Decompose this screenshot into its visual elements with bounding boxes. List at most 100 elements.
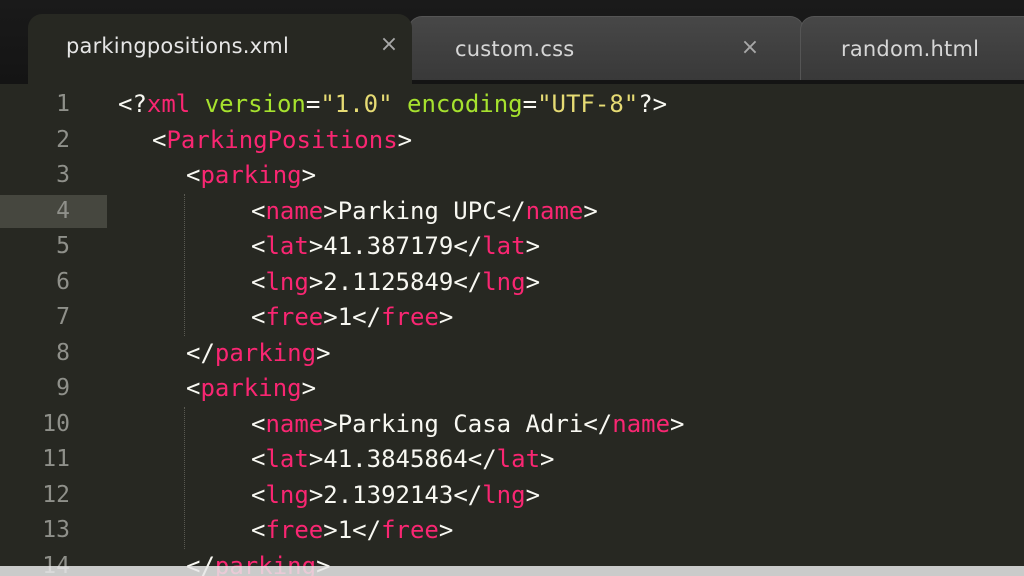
tab-parkingpositions-xml[interactable]: parkingpositions.xml × [28,14,412,84]
xml-tag-name: lng [482,480,526,509]
xml-text: 2.1125849 [323,267,454,296]
code-line[interactable]: 13 <free>1</free> [0,513,1024,548]
xml-tag-name: free [265,516,324,544]
tab-bar: parkingpositions.xml × custom.css × rand… [0,0,1024,84]
code-line[interactable]: 1 <?xml version="1.0" encoding="UTF-8"?> [0,87,1024,122]
code-line[interactable]: 9 <parking> [0,371,1024,406]
xml-text: </ [496,196,526,225]
code-line[interactable]: 7 <free>1</free> [0,300,1024,335]
xml-text: > [397,125,413,154]
xml-text: </ [583,409,613,438]
xml-text: < [251,232,266,260]
xml-text: > [323,303,338,331]
tab-label: parkingpositions.xml [66,34,289,58]
xml-text: </ [186,338,215,367]
xml-text: > [438,516,454,544]
tab-label: random.html [841,37,980,61]
xml-text: 41.387179 [323,232,454,260]
xml-text: = [305,90,321,118]
line-number: 10 [42,410,70,437]
xml-text: </ [453,480,483,509]
xml-tag-name: parking [200,374,302,402]
xml-text: > [308,480,324,509]
xml-text: < [251,196,266,225]
xml-text: < [186,161,201,189]
xml-text: < [251,445,266,473]
xml-text: 1 [337,516,353,544]
xml-text: > [323,409,338,438]
code-line[interactable]: 11 <lat>41.3845864</lat> [0,442,1024,477]
code-text: <name>Parking Casa Adri</name> [251,407,685,442]
xml-text: > [308,232,324,260]
xml-attribute: encoding [407,90,523,118]
code-text: <?xml version="1.0" encoding="UTF-8"?> [118,87,667,122]
xml-tag-name: lat [265,232,309,260]
xml-text: > [525,267,541,296]
code-text: <name>Parking UPC</name> [251,194,598,229]
xml-tag-name: lat [496,445,541,473]
code-editor[interactable]: 1 <?xml version="1.0" encoding="UTF-8"?> 2… [0,84,1024,576]
indent-guide [184,193,185,336]
code-line[interactable]: 3 <parking> [0,158,1024,193]
line-number: 6 [56,268,70,295]
line-number: 2 [56,126,70,153]
line-number: 8 [56,339,70,366]
code-text: <parking> [186,158,316,193]
code-text: <lat>41.387179</lat> [251,229,540,264]
xml-text: > [540,445,555,473]
code-text: <lng>2.1125849</lng> [251,265,540,300]
xml-tag-name: name [525,196,584,225]
line-number: 1 [56,91,70,117]
code-text: </parking> [186,336,331,371]
line-number: 13 [42,517,70,543]
xml-text: < [251,480,266,509]
xml-text: </ [352,303,382,331]
line-number: 3 [56,162,70,188]
xml-tag-name: free [381,516,439,544]
xml-tag-name: parking [200,161,302,189]
code-line[interactable]: 6 <lng>2.1125849</lng> [0,265,1024,300]
xml-text: <? [118,90,147,118]
code-line[interactable]: 8 </parking> [0,336,1024,371]
xml-tag-name: lng [265,267,309,296]
xml-tag-name: name [612,409,671,438]
xml-text: > [308,445,324,473]
xml-text: > [438,303,454,331]
line-number: 5 [56,233,70,259]
tab-custom-css[interactable]: custom.css × [408,16,804,80]
line-number: 11 [42,446,70,472]
xml-text: > [301,374,317,402]
code-line[interactable]: 2 <ParkingPositions> [0,123,1024,158]
xml-text: 41.3845864 [323,445,468,473]
code-line[interactable]: 10 <name>Parking Casa Adri</name> [0,407,1024,442]
code-line[interactable]: 4 <name>Parking UPC</name> [0,194,1024,229]
tab-random-html[interactable]: random.html [800,16,1024,80]
close-icon[interactable]: × [378,34,400,56]
code-text: <lng>2.1392143</lng> [251,478,540,513]
xml-text: </ [453,267,483,296]
xml-text: > [316,338,331,367]
xml-text: > [670,409,685,438]
code-text: <free>1</free> [251,300,453,335]
close-icon[interactable]: × [739,37,761,59]
xml-text: </ [467,445,497,473]
xml-string: "UTF-8" [537,90,639,118]
xml-text: > [583,196,598,225]
xml-text: < [152,125,167,154]
xml-text: ?> [638,90,668,118]
xml-text: > [525,480,541,509]
xml-string: "1.0" [320,90,393,118]
line-number: 9 [56,375,70,401]
xml-tag-name: name [265,196,324,225]
code-line[interactable]: 5 <lat>41.387179</lat> [0,229,1024,264]
editor-window: parkingpositions.xml × custom.css × rand… [0,0,1024,576]
xml-tag-name: free [265,303,324,331]
xml-text: > [308,267,324,296]
xml-text: = [522,90,538,118]
code-line[interactable]: 12 <lng>2.1392143</lng> [0,478,1024,513]
xml-text: > [323,516,338,544]
xml-text: </ [453,232,483,260]
xml-tag-name: lat [482,232,526,260]
xml-tag-name: ParkingPositions [166,125,398,154]
xml-tag-name: lat [265,445,309,473]
